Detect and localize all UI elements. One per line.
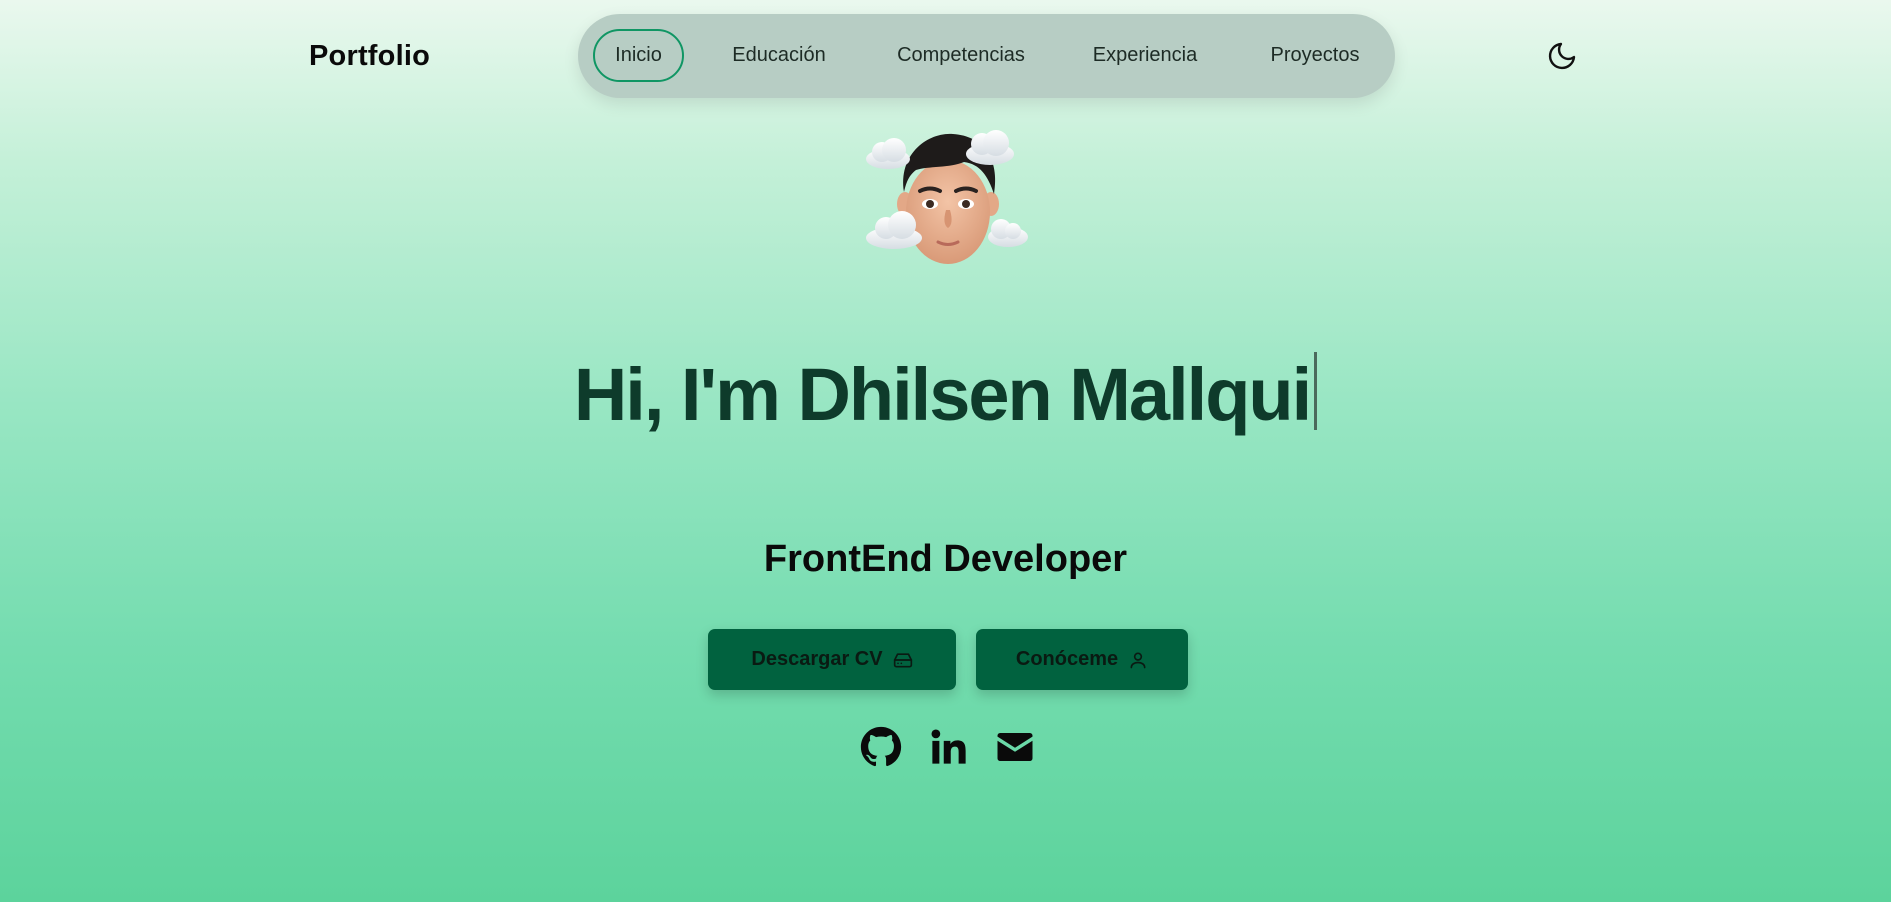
- github-link[interactable]: [860, 726, 902, 768]
- about-me-button[interactable]: Conóceme: [976, 629, 1188, 690]
- hero-role: FrontEnd Developer: [763, 538, 1128, 580]
- nav-item-inicio[interactable]: Inicio: [593, 29, 684, 82]
- avatar: [858, 124, 1038, 274]
- theme-toggle-button[interactable]: [1546, 40, 1578, 72]
- memoji-avatar-icon: [866, 130, 1028, 264]
- github-icon: [860, 726, 902, 767]
- main-nav: Inicio Educación Competencias Experienci…: [578, 14, 1395, 98]
- nav-item-competencias[interactable]: Competencias: [884, 29, 1038, 82]
- hard-drive-icon: [893, 652, 912, 667]
- mail-icon: [997, 733, 1033, 761]
- user-icon: [1130, 652, 1146, 668]
- hero-headline-text: Hi, I'm Dhilsen Mallqui: [573, 353, 1312, 436]
- moon-icon: [1548, 42, 1576, 70]
- download-cv-button[interactable]: Descargar CV: [708, 629, 956, 690]
- download-cv-label: Descargar CV: [751, 648, 883, 670]
- typing-cursor: [1314, 352, 1318, 430]
- nav-item-educacion[interactable]: Educación: [714, 29, 844, 82]
- nav-item-experiencia[interactable]: Experiencia: [1078, 29, 1212, 82]
- about-me-label: Conóceme: [1015, 648, 1119, 670]
- hero-headline: Hi, I'm Dhilsen Mallqui: [0, 350, 1891, 440]
- brand-logo[interactable]: Portfolio: [309, 40, 430, 73]
- email-link[interactable]: [994, 726, 1036, 768]
- linkedin-link[interactable]: [928, 726, 970, 768]
- nav-item-proyectos[interactable]: Proyectos: [1252, 29, 1378, 82]
- linkedin-icon: [931, 729, 966, 764]
